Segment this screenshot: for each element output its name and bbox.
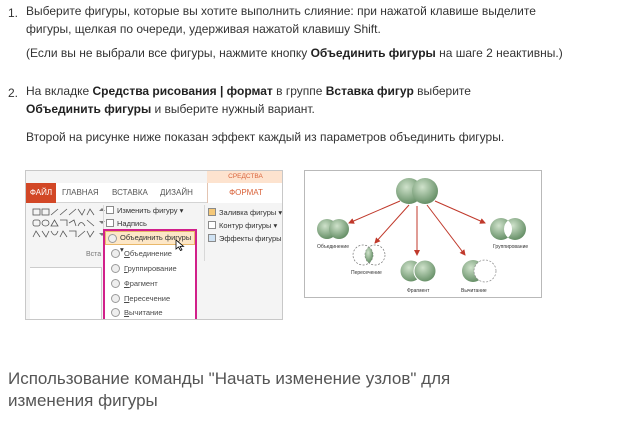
elbow-shape-icon — [69, 230, 77, 237]
pencil-icon — [208, 221, 216, 229]
step-1-note: (Если вы не выбрали все фигуры, нажмите … — [26, 46, 563, 60]
tab-insert[interactable]: ВСТАВКА — [112, 183, 148, 203]
step-number: 2. — [8, 86, 19, 100]
label-combine: Группирование — [493, 244, 528, 250]
curve-shape-icon — [50, 230, 59, 236]
label-fragment: Фрагмент — [407, 288, 430, 294]
menu-item-subtract[interactable]: Вычитание — [111, 307, 163, 319]
textbox-shape-icon — [41, 208, 50, 216]
arrow-shape-icon — [68, 219, 77, 227]
triangle-shape-icon — [50, 219, 59, 227]
context-tab-header: СРЕДСТВА РИСОВАНИЯ — [207, 171, 282, 192]
tab-design[interactable]: ДИЗАЙН — [160, 183, 193, 203]
menu-item-union[interactable]: Объединение — [111, 248, 172, 260]
oval-shape-icon — [41, 219, 50, 227]
elbow-shape-icon — [60, 219, 68, 226]
rounded-rect-shape-icon — [32, 219, 41, 227]
step-1-text: Выберите фигуры, которые вы хотите выпол… — [26, 4, 536, 36]
group-label-insert-shapes: Вста — [86, 251, 102, 258]
union-icon — [111, 249, 120, 258]
edit-shape-icon — [106, 206, 114, 214]
line-shape-icon — [68, 208, 77, 216]
freeform-shape-icon — [86, 208, 95, 216]
step-number: 1. — [8, 6, 19, 20]
menu-item-fragment[interactable]: Фрагмент — [111, 278, 158, 290]
arrow-shape-icon — [59, 208, 68, 216]
shape-effects-button[interactable]: Эффекты фигуры ▾ — [208, 233, 282, 245]
mouse-cursor-icon — [175, 239, 185, 251]
rect-shape-icon — [32, 208, 41, 216]
tab-format[interactable]: ФОРМАТ — [207, 183, 282, 203]
wave-shape-icon — [86, 230, 95, 238]
step-2-note: Второй на рисунке ниже показан эффект ка… — [26, 130, 505, 144]
effects-icon — [208, 234, 216, 242]
intersect-result — [352, 244, 386, 266]
line-shape-icon — [77, 230, 86, 238]
chevron-shape-icon — [32, 230, 41, 238]
ribbon-screenshot: ФАЙЛ ГЛАВНАЯ ВСТАВКА ДИЗАЙН СРЕДСТВА РИС… — [25, 170, 283, 320]
ribbon-separator — [204, 205, 205, 261]
merge-shapes-menu: Объединить фигуры ▾ Объединение Группиро… — [103, 229, 197, 319]
curve-shape-icon — [77, 208, 86, 216]
subtract-icon — [111, 308, 120, 317]
intersect-icon — [111, 294, 120, 303]
label-union: Объединение — [317, 244, 349, 250]
merge-shapes-icon — [108, 234, 117, 243]
chevron-shape-icon — [41, 230, 50, 238]
slide-area — [30, 267, 102, 319]
merge-shapes-diagram: Объединение Пересечение Фрагмент Вычитан… — [304, 170, 542, 298]
tab-file[interactable]: ФАЙЛ — [26, 183, 56, 203]
shape-outline-button[interactable]: Контур фигуры ▾ — [208, 220, 277, 232]
shape-gallery[interactable] — [32, 207, 106, 245]
combine-result — [490, 218, 526, 240]
line-shape-icon — [50, 208, 59, 216]
line-shape-icon — [86, 219, 95, 227]
paint-bucket-icon — [208, 208, 216, 216]
menu-item-combine[interactable]: Группирование — [111, 263, 177, 275]
label-intersect: Пересечение — [351, 270, 382, 276]
peak-shape-icon — [59, 230, 68, 238]
label-subtract: Вычитание — [461, 288, 487, 294]
subtract-result — [462, 259, 497, 283]
fragment-result — [399, 259, 437, 283]
source-shapes — [396, 178, 438, 204]
step-2-text: На вкладке Средства рисования | формат в… — [26, 84, 471, 116]
tab-home[interactable]: ГЛАВНАЯ — [62, 183, 99, 203]
diagram-canvas: Объединение Пересечение Фрагмент Вычитан… — [317, 178, 528, 294]
combine-icon — [111, 264, 120, 273]
section-heading: Использование команды "Начать изменение … — [8, 369, 451, 410]
edit-shape-button[interactable]: Изменить фигуру ▾ — [106, 205, 183, 217]
union-result — [317, 219, 349, 239]
textbox-icon — [106, 219, 114, 227]
fragment-icon — [111, 279, 120, 288]
menu-item-intersect[interactable]: Пересечение — [111, 293, 170, 305]
arc-shape-icon — [77, 222, 86, 227]
shape-fill-button[interactable]: Заливка фигуры ▾ — [208, 207, 282, 219]
